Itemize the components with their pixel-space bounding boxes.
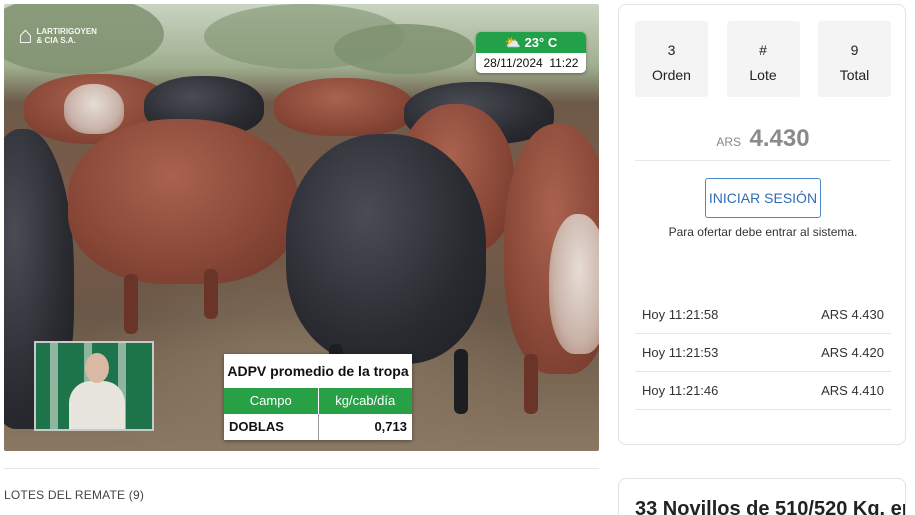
adpv-title: ADPV promedio de la tropa — [227, 363, 409, 379]
price-amount: 4.430 — [749, 125, 810, 152]
cattle-leg — [524, 354, 538, 414]
bid-amount: ARS 4.410 — [821, 383, 884, 398]
cattle-leg — [454, 349, 468, 414]
barn-icon: ⌂ — [18, 22, 33, 49]
cattle — [549, 214, 599, 354]
bid-row: Hoy 11:21:46 ARS 4.410 — [635, 372, 891, 410]
stat-orden-label: Orden — [652, 67, 691, 83]
background-trees — [334, 24, 474, 74]
login-note: Para ofertar debe entrar al sistema. — [668, 225, 858, 239]
cattle-leg — [204, 269, 218, 319]
presenter-body — [69, 381, 125, 429]
bid-time: Hoy 11:21:58 — [642, 307, 719, 322]
stat-lote-value: # — [759, 42, 767, 58]
lot-description-card: 33 Novillos de 510/520 Kg. en — [618, 478, 906, 515]
auction-video-stream[interactable]: ⌂ LARTIRIGOYEN & CIA S.A. ⛅ 23° C 28/11/… — [4, 4, 599, 451]
datetime: 28/11/2024 11:22 — [476, 53, 586, 73]
stat-lote: # Lote — [726, 21, 800, 97]
cattle — [274, 78, 414, 136]
cattle — [64, 84, 124, 134]
bid-time: Hoy 11:21:53 — [642, 345, 719, 360]
weather-overlay: ⛅ 23° C 28/11/2024 11:22 — [476, 32, 586, 73]
current-price: ARS 4.430 — [635, 125, 891, 161]
cattle — [286, 134, 486, 364]
bid-amount: ARS 4.430 — [821, 307, 884, 322]
section-divider — [4, 468, 599, 469]
lotes-heading: LOTES DEL REMATE (9) — [4, 488, 145, 502]
adpv-col-campo: Campo — [224, 388, 319, 414]
cattle-leg — [124, 274, 138, 334]
cattle — [68, 119, 298, 284]
adpv-kg-value: 0,713 — [374, 419, 407, 434]
adpv-header-row: Campo kg/cab/día — [224, 388, 412, 414]
lot-stats: 3 Orden # Lote 9 Total — [635, 21, 891, 97]
adpv-overlay: ADPV promedio de la tropa Campo kg/cab/d… — [224, 354, 412, 440]
bid-amount: ARS 4.420 — [821, 345, 884, 360]
login-button[interactable]: INICIAR SESIÓN — [705, 178, 821, 218]
temperature: ⛅ 23° C — [476, 32, 586, 53]
adpv-value-row: DOBLAS 0,713 — [224, 414, 412, 440]
lot-title: 33 Novillos de 510/520 Kg. en — [635, 498, 906, 515]
bidding-panel: 3 Orden # Lote 9 Total ARS 4.430 INICIAR… — [618, 4, 906, 445]
stat-orden: 3 Orden — [635, 21, 708, 97]
auction-house-logo: ⌂ LARTIRIGOYEN & CIA S.A. — [18, 24, 97, 48]
stat-total-label: Total — [839, 67, 870, 83]
presenter-pip — [34, 341, 154, 431]
adpv-col-kg: kg/cab/día — [318, 388, 412, 414]
stat-orden-value: 3 — [667, 42, 676, 58]
adpv-campo-value: DOBLAS — [224, 414, 319, 440]
bid-time: Hoy 11:21:46 — [642, 383, 719, 398]
logo-text-line1: LARTIRIGOYEN — [36, 27, 97, 36]
stat-total-value: 9 — [850, 42, 859, 58]
bid-row: Hoy 11:21:58 ARS 4.430 — [635, 296, 891, 334]
stat-lote-label: Lote — [749, 67, 777, 83]
stat-total: 9 Total — [818, 21, 891, 97]
logo-text-line2: & CIA S.A. — [36, 36, 76, 45]
bid-history: Hoy 11:21:58 ARS 4.430 Hoy 11:21:53 ARS … — [635, 296, 891, 410]
sun-cloud-icon: ⛅ — [504, 35, 521, 50]
presenter-head — [85, 353, 109, 383]
price-currency: ARS — [716, 135, 742, 149]
temperature-value: 23° C — [524, 35, 558, 50]
bid-row: Hoy 11:21:53 ARS 4.420 — [635, 334, 891, 372]
